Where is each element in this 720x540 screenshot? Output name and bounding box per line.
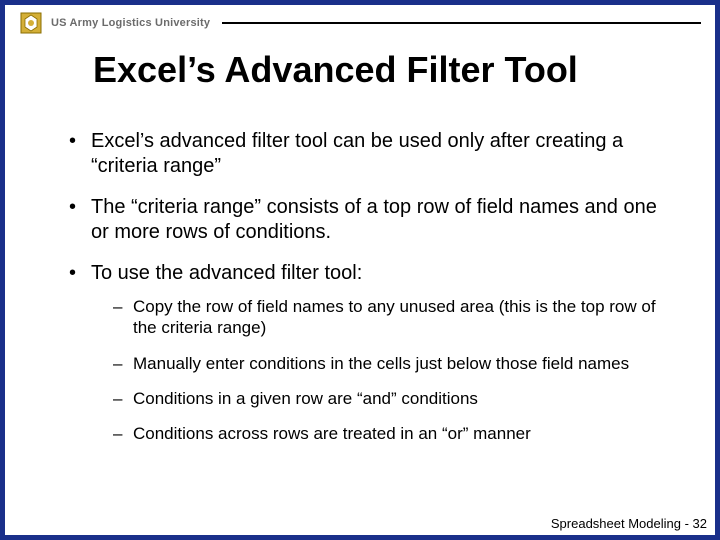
sub-bullet-item: Copy the row of field names to any unuse…	[109, 296, 675, 339]
sub-bullet-list: Copy the row of field names to any unuse…	[109, 296, 675, 444]
slide: US Army Logistics University Excel’s Adv…	[0, 0, 720, 540]
sub-bullet-text: Conditions across rows are treated in an…	[133, 424, 531, 443]
bullet-text: The “criteria range” consists of a top r…	[91, 196, 657, 243]
sub-bullet-text: Manually enter conditions in the cells j…	[133, 354, 629, 373]
header-org: US Army Logistics University	[51, 17, 210, 29]
sub-bullet-text: Conditions in a given row are “and” cond…	[133, 389, 478, 408]
bullet-text: To use the advanced filter tool:	[91, 262, 362, 284]
slide-content: Excel’s advanced filter tool can be used…	[65, 129, 675, 460]
sub-bullet-text: Copy the row of field names to any unuse…	[133, 297, 656, 337]
sub-bullet-item: Conditions across rows are treated in an…	[109, 423, 675, 444]
bullet-item: Excel’s advanced filter tool can be used…	[65, 129, 675, 179]
sub-bullet-item: Conditions in a given row are “and” cond…	[109, 388, 675, 409]
bullet-list: Excel’s advanced filter tool can be used…	[65, 129, 675, 444]
slide-footer: Spreadsheet Modeling - 32	[551, 516, 707, 531]
slide-header: US Army Logistics University	[19, 11, 701, 35]
header-rule	[222, 22, 701, 24]
slide-title: Excel’s Advanced Filter Tool	[93, 49, 578, 91]
bullet-text: Excel’s advanced filter tool can be used…	[91, 130, 623, 177]
crest-icon	[19, 11, 43, 35]
bullet-item: The “criteria range” consists of a top r…	[65, 195, 675, 245]
bullet-item: To use the advanced filter tool: Copy th…	[65, 261, 675, 444]
sub-bullet-item: Manually enter conditions in the cells j…	[109, 353, 675, 374]
